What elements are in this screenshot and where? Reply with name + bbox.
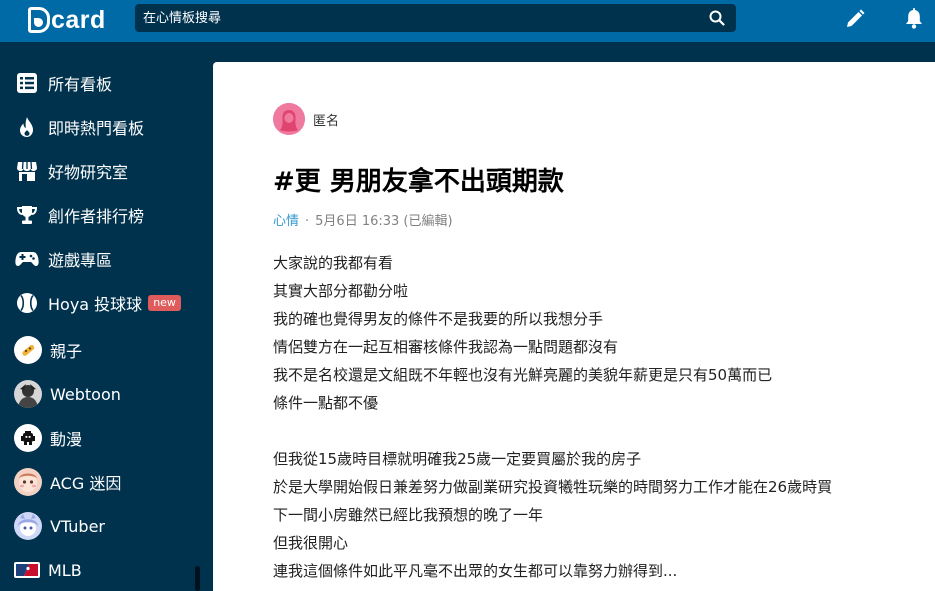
content-line: 情侶雙方在一起互相審核條件我認為一點問題都沒有 [273, 338, 619, 356]
post-author: 匿名 [273, 103, 339, 135]
content-line: 大家說的我都有看 [273, 254, 394, 272]
sidebar-item-label: 遊戲專區 [48, 251, 113, 270]
list-icon [14, 70, 40, 96]
sidebar-item-hoya-baseball[interactable]: Hoya 投球球 new [0, 285, 200, 321]
sidebar-item-label: 創作者排行榜 [48, 207, 145, 226]
acg-meme-board-icon [14, 468, 42, 496]
board-link[interactable]: 心情 [273, 214, 299, 229]
content-line: 我不是名校還是文組既不年輕也沒有光鮮亮麗的美貌年薪更是只有50萬而已 [273, 366, 773, 384]
search-button[interactable] [698, 4, 736, 32]
trophy-icon [14, 202, 40, 228]
bell-icon [906, 8, 922, 29]
post-meta: 心情 · 5月6日 16:33 (已編輯) [273, 210, 453, 229]
post-panel: 匿名 #更 男朋友拿不出頭期款 心情 · 5月6日 16:33 (已編輯) 大家說的… [213, 62, 935, 591]
sidebar-item-label: Hoya 投球球 [48, 295, 143, 314]
sidebar-item-creator-ranking[interactable]: 創作者排行榜 [0, 197, 200, 233]
dcard-logo[interactable]: card [28, 4, 106, 36]
content-line [273, 417, 893, 445]
sidebar-item-label: 親子 [50, 342, 83, 361]
meta-separator: · [305, 214, 310, 229]
anime-board-icon [14, 424, 42, 452]
fire-icon [14, 114, 40, 140]
sidebar-item-trending-boards[interactable]: 即時熱門看板 [0, 109, 200, 145]
content-line: 下一間小房雖然已經比我預想的晚了一年 [273, 506, 544, 524]
content-line: 條件一點都不優 [273, 394, 379, 412]
dcard-logo-icon [28, 7, 50, 33]
sidebar-item-label: 所有看板 [48, 75, 113, 94]
sidebar-item-label: VTuber [50, 516, 106, 536]
search-input[interactable] [135, 4, 697, 32]
title-hash: # [273, 167, 295, 197]
sidebar-item-label: ACG 迷因 [50, 474, 122, 493]
sidebar-item-all-boards[interactable]: 所有看板 [0, 65, 200, 101]
search-bar [135, 4, 736, 32]
mlb-board-icon [14, 557, 40, 583]
author-name: 匿名 [313, 113, 340, 129]
sidebar-item-vtuber[interactable]: VTuber [0, 508, 200, 544]
sidebar-item-label: 動漫 [50, 430, 83, 449]
search-icon [709, 10, 725, 26]
sidebar-item-anime[interactable]: 動漫 [0, 420, 200, 456]
sidebar-scrollbar[interactable] [195, 566, 200, 591]
vtuber-board-icon [14, 512, 42, 540]
content-line: 連我這個條件如此平凡毫不出眾的女生都可以靠努力辦得到... [273, 562, 678, 580]
top-navbar: card [0, 0, 935, 42]
sidebar-item-acg-meme[interactable]: ACG 迷因 [0, 464, 200, 500]
baseball-icon [14, 290, 40, 316]
sidebar-item-label: Webtoon [50, 384, 121, 404]
sidebar-item-mlb[interactable]: MLB [0, 552, 200, 588]
content-line: 但我很開心 [273, 534, 349, 552]
parenting-board-icon [14, 336, 42, 364]
sidebar-item-parenting[interactable]: 親子 [0, 332, 200, 368]
post-timestamp: 5月6日 16:33 (已編輯) [315, 214, 453, 229]
sidebar-item-label: 即時熱門看板 [48, 119, 145, 138]
pencil-icon [847, 9, 865, 27]
sidebar-item-webtoon[interactable]: Webtoon [0, 376, 200, 412]
post-content: 大家說的我都有看 其實大部分都勸分啦 我的確也覺得男友的條件不是我要的所以我想分… [273, 249, 893, 585]
sidebar-item-label: MLB [48, 560, 82, 580]
write-post-button[interactable] [842, 7, 868, 31]
content-line: 但我從15歲時目標就明確我25歲一定要買屬於我的房子 [273, 450, 642, 468]
title-text: 更 男朋友拿不出頭期款 [294, 167, 564, 197]
shop-icon [14, 158, 40, 184]
notifications-button[interactable] [901, 7, 927, 31]
content-line: 其實大部分都勸分啦 [273, 282, 409, 300]
logo-text: card [51, 5, 106, 34]
new-badge: new [148, 295, 181, 311]
webtoon-board-icon [14, 380, 42, 408]
sidebar-item-product-lab[interactable]: 好物研究室 [0, 153, 200, 189]
sidebar-item-label: 好物研究室 [48, 163, 129, 182]
sidebar-item-gaming[interactable]: 遊戲專區 [0, 241, 200, 277]
gamepad-icon [14, 246, 40, 272]
content-line: 我的確也覺得男友的條件不是我要的所以我想分手 [273, 310, 604, 328]
content-line: 於是大學開始假日兼差努力做副業研究投資犧牲玩樂的時間努力工作才能在26歲時買 [273, 478, 833, 496]
post-title: #更 男朋友拿不出頭期款 [273, 161, 564, 198]
anonymous-avatar-icon [273, 103, 305, 135]
sidebar: 所有看板 即時熱門看板 好物研究室 創作者排行榜 遊戲專區 Hoya 投球球 n… [0, 62, 213, 591]
